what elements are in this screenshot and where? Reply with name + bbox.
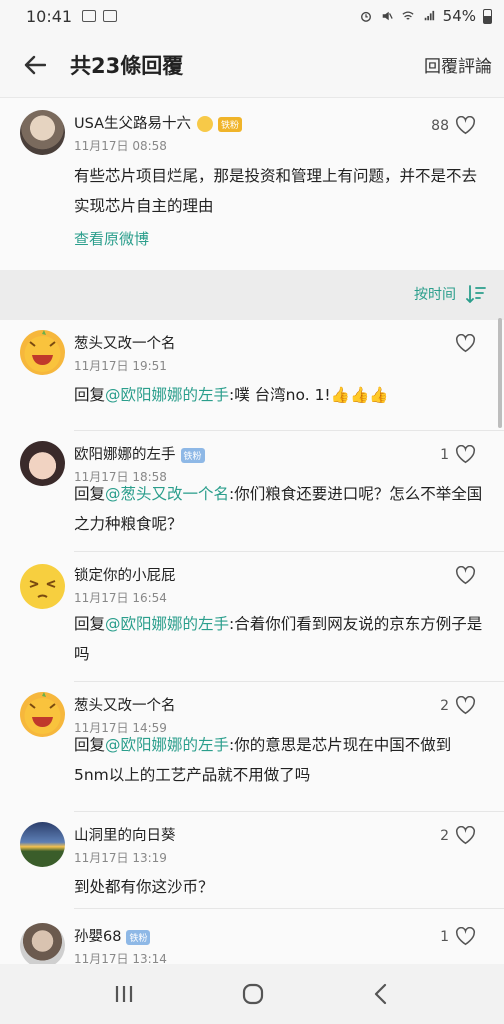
sort-icon — [466, 285, 486, 303]
avatar[interactable] — [20, 441, 65, 486]
user-name[interactable]: 欧阳娜娜的左手 — [74, 447, 176, 463]
fan-badge: 铁粉 — [126, 929, 151, 945]
comment-text: 有些芯片项目烂尾，那是投资和管理上有问题，并不是不去实现芯片自主的理由 — [74, 167, 478, 215]
timestamp: 11月17日 13:14 — [74, 952, 167, 964]
like-count: 1 — [440, 928, 449, 945]
avatar[interactable] — [20, 564, 65, 609]
list-item: 葱头又改一个名 11月17日 14:59 2 回复@欧阳娜娜的左手:你的意思是芯… — [0, 682, 504, 812]
back-button[interactable] — [0, 32, 70, 98]
recent-apps-icon[interactable] — [113, 984, 135, 1004]
laughing-face-icon — [24, 330, 61, 372]
heart-eyes-emoji-icon — [197, 116, 214, 132]
avatar[interactable] — [20, 330, 65, 375]
gallery-notification-icon — [82, 10, 97, 22]
reply-prefix: 回复 — [74, 615, 106, 633]
avatar[interactable] — [20, 923, 65, 964]
user-name[interactable]: 葱头又改一个名 — [74, 332, 176, 353]
list-item: 孙嬰68 铁粉 11月17日 13:14 1 — [0, 909, 504, 964]
fan-badge: 铁粉 — [218, 116, 243, 132]
reply-prefix: 回复 — [74, 485, 106, 503]
mention-link[interactable]: @欧阳娜娜的左手 — [105, 736, 229, 754]
timestamp: 11月17日 08:58 — [74, 139, 167, 153]
list-item: 欧阳娜娜的左手 铁粉 11月17日 18:58 1 回复@葱头又改一个名:你们粮食… — [0, 431, 504, 552]
timestamp: 11月17日 13:19 — [74, 851, 167, 865]
heart-icon — [455, 445, 476, 464]
system-nav-bar — [0, 964, 504, 1024]
comment-text: 回复@欧阳娜娜的左手:合着你们看到网友说的京东方例子是吗 — [74, 609, 484, 669]
heart-icon — [455, 696, 476, 715]
alarm-icon — [360, 11, 371, 22]
user-name[interactable]: USA生父路易十六 — [74, 116, 191, 132]
avatar[interactable] — [20, 110, 65, 155]
scrollbar[interactable] — [498, 318, 502, 428]
battery-icon — [483, 8, 492, 24]
annoyed-face-icon — [20, 564, 65, 609]
comment-text: 回复@欧阳娜娜的左手:噗 台湾no. 1!👍👍👍 — [74, 380, 484, 410]
section-divider: 按时间 — [0, 270, 504, 320]
status-time: 10:41 — [26, 6, 73, 26]
original-comment: USA生父路易十六 铁粉 11月17日 08:58 88 有些芯片项目烂尾，那是投… — [0, 98, 504, 270]
user-name[interactable]: 锁定你的小屁屁 — [74, 564, 176, 585]
like-button[interactable]: 2 — [440, 826, 476, 845]
like-button[interactable] — [449, 334, 476, 353]
heart-icon — [455, 826, 476, 845]
comment-thread: USA生父路易十六 铁粉 11月17日 08:58 88 有些芯片项目烂尾，那是投… — [0, 98, 504, 964]
signal-icon — [424, 10, 434, 21]
like-count: 2 — [440, 827, 449, 844]
comment-text: 回复@葱头又改一个名:你们粮食还要进口呢？怎么不举全国之力种粮食呢？ — [74, 479, 484, 539]
like-button[interactable] — [449, 566, 476, 585]
fan-badge: 铁粉 — [180, 447, 205, 463]
sort-label: 按时间 — [414, 287, 456, 303]
heart-icon — [455, 116, 476, 135]
back-nav-icon[interactable] — [371, 983, 391, 1005]
page-title: 共23條回覆 — [70, 53, 184, 78]
like-button[interactable]: 88 — [431, 116, 476, 135]
reply-comment-button[interactable]: 回覆評論 — [424, 52, 492, 77]
list-item: 葱头又改一个名 11月17日 19:51 回复@欧阳娜娜的左手:噗 台湾no. … — [0, 320, 504, 431]
heart-icon — [455, 334, 476, 353]
user-name[interactable]: 孙嬰68 — [74, 929, 121, 945]
heart-icon — [455, 566, 476, 585]
avatar[interactable] — [20, 692, 65, 737]
user-name[interactable]: 葱头又改一个名 — [74, 694, 176, 715]
like-button[interactable]: 2 — [440, 696, 476, 715]
timestamp: 11月17日 19:51 — [74, 359, 167, 373]
avatar[interactable] — [20, 822, 65, 867]
comment-text: 到处都有你这沙币？ — [74, 878, 214, 896]
comment-text: 回复@欧阳娜娜的左手:你的意思是芯片现在中国不做到5nm以上的工艺产品就不用做了… — [74, 730, 484, 790]
like-count: 88 — [431, 117, 449, 134]
arrow-left-icon — [24, 55, 46, 74]
reply-prefix: 回复 — [74, 386, 106, 404]
like-count: 2 — [440, 697, 449, 714]
wifi-icon — [402, 11, 414, 20]
like-button[interactable]: 1 — [440, 445, 476, 464]
mention-link[interactable]: @欧阳娜娜的左手 — [105, 615, 229, 633]
like-count: 1 — [440, 446, 449, 463]
list-item: 山洞里的向日葵 11月17日 13:19 2 到处都有你这沙币？ — [0, 812, 504, 909]
home-icon[interactable] — [241, 982, 265, 1006]
user-name[interactable]: 山洞里的向日葵 — [74, 824, 176, 845]
battery-percent: 54% — [442, 7, 476, 25]
mute-icon — [382, 11, 393, 21]
laughing-face-icon — [24, 692, 61, 734]
like-button[interactable]: 1 — [440, 927, 476, 946]
list-item: 锁定你的小屁屁 11月17日 16:54 回复@欧阳娜娜的左手:合着你们看到网友… — [0, 552, 504, 682]
mention-link[interactable]: @葱头又改一个名 — [105, 485, 229, 503]
reply-body: :噗 台湾no. 1!👍👍👍 — [229, 386, 389, 404]
mention-link[interactable]: @欧阳娜娜的左手 — [105, 386, 229, 404]
status-bar: 10:41 54% — [0, 0, 504, 32]
reply-prefix: 回复 — [74, 736, 106, 754]
timestamp: 11月17日 16:54 — [74, 591, 167, 605]
sort-button[interactable]: 按时间 — [414, 284, 486, 304]
app-bar: 共23條回覆 回覆評論 — [0, 32, 504, 98]
heart-icon — [455, 927, 476, 946]
view-original-link[interactable]: 查看原微博 — [74, 228, 149, 249]
app-notification-icon — [103, 10, 118, 22]
